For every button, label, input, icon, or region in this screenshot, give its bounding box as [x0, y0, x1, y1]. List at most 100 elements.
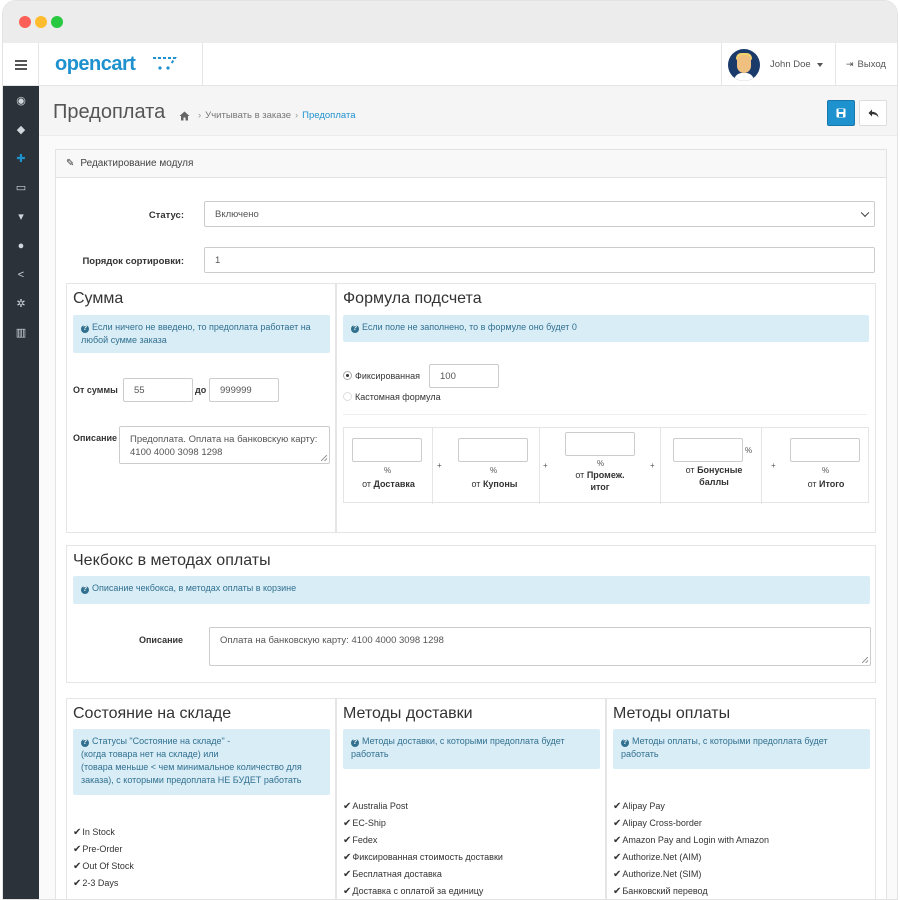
percent-sign: % [597, 459, 605, 468]
checkmark-icon: ✔ [73, 878, 82, 889]
checkmark-icon: ✔ [613, 835, 622, 846]
payment-checkbox-item[interactable]: ✔Authorize.Net (SIM) [613, 869, 701, 880]
cart-icon[interactable]: ▾ [3, 202, 39, 231]
hamburger-icon [14, 59, 27, 70]
bonus-percent-input[interactable] [673, 438, 743, 462]
stock-alert-text: (товара меньше < чем минимальное количес… [81, 762, 302, 772]
reply-icon [868, 109, 878, 117]
cart-logo-icon [153, 57, 177, 70]
checkmark-icon: ✔ [73, 827, 82, 838]
minimize-window-button[interactable] [35, 16, 47, 28]
payment-checkbox-item[interactable]: ✔Alipay Cross-border [613, 818, 702, 829]
top-header: opencart John Doe ⇥ Выход [3, 43, 897, 86]
checkmark-icon: ✔ [343, 886, 352, 897]
status-select[interactable]: Включено [204, 201, 875, 227]
logout-link[interactable]: ⇥ Выход [835, 43, 897, 86]
stock-checkbox-item[interactable]: ✔2-3 Days [73, 878, 118, 889]
shipping-checkbox-item[interactable]: ✔EC-Ship [343, 818, 386, 829]
breadcrumb-item[interactable]: Учитывать в заказе [205, 110, 291, 121]
checkmark-icon: ✔ [343, 869, 352, 880]
plus-sign: + [650, 461, 655, 470]
shipping-checkbox-item[interactable]: ✔Бесплатная доставка [343, 869, 442, 880]
plus-sign: + [771, 461, 776, 470]
breadcrumb-item-current[interactable]: Предоплата [302, 110, 355, 121]
cog-icon[interactable]: ✲ [3, 289, 39, 318]
fixed-value: 100 [440, 370, 456, 382]
checkmark-icon: ✔ [343, 801, 352, 812]
page-title: Предоплата [53, 101, 166, 123]
custom-formula-label: Кастомная формула [355, 392, 441, 402]
total-percent-input[interactable] [790, 438, 860, 462]
payment-checkbox-item[interactable]: ✔Банковский перевод [613, 886, 708, 897]
menu-toggle-button[interactable] [3, 43, 39, 86]
maximize-window-button[interactable] [51, 16, 63, 28]
formula-alert-text: Если поле не заполнено, то в формуле оно… [362, 322, 577, 332]
payment-checkbox-item[interactable]: ✔Alipay Pay [613, 801, 665, 812]
checkbox-description-textarea[interactable]: Оплата на банковскую карту: 4100 4000 30… [209, 627, 871, 666]
shipping-checkbox-item[interactable]: ✔Фиксированная стоимость доставки [343, 852, 503, 863]
sort-order-input[interactable]: 1 [204, 247, 875, 273]
from-sum-input[interactable]: 55 [123, 378, 193, 402]
bar-chart-icon[interactable]: ▥ [3, 318, 39, 347]
fixed-label: Фиксированная [355, 371, 420, 381]
puzzle-icon[interactable]: ✚ [3, 144, 39, 173]
window-titlebar [3, 1, 897, 43]
stock-checkbox-item[interactable]: ✔Pre-Order [73, 844, 122, 855]
home-icon[interactable] [179, 111, 190, 121]
edit-module-panel: ✎ Редактирование модуля Статус: Включено… [55, 149, 887, 899]
payment-methods-section: Методы оплаты ? Методы оплаты, с которыми… [606, 698, 876, 899]
back-button[interactable] [859, 100, 887, 126]
checkmark-icon: ✔ [613, 869, 622, 880]
sum-alert-text: Если ничего не введено, то предоплата ра… [81, 322, 311, 345]
custom-formula-radio[interactable] [343, 392, 352, 401]
subtotal-percent-input[interactable] [565, 432, 635, 456]
formula-info-alert: ? Если поле не заполнено, то в формуле он… [343, 315, 869, 342]
question-icon: ? [81, 586, 89, 594]
subtotal-label: от Промеж. итог [575, 470, 625, 492]
payment-checkbox-item[interactable]: ✔Amazon Pay and Login with Amazon [613, 835, 769, 846]
stock-alert-text: (когда товара нет на складе) или [81, 749, 219, 759]
question-icon: ? [351, 325, 359, 333]
breadcrumb: › Учитывать в заказе › Предоплата [179, 110, 355, 121]
shipping-info-alert: ? Методы доставки, с которыми предоплата … [343, 729, 600, 769]
page-header: Предоплата › Учитывать в заказе › Предоп… [39, 86, 897, 136]
delivery-percent-input[interactable] [352, 438, 422, 462]
payment-info-alert: ? Методы оплаты, с которыми предоплата бу… [613, 729, 870, 769]
stock-checkbox-item[interactable]: ✔In Stock [73, 827, 115, 838]
checkmark-icon: ✔ [343, 835, 352, 846]
status-value: Включено [215, 208, 259, 220]
payment-checkbox-item[interactable]: ✔Authorize.Net (AIM) [613, 852, 701, 863]
checkmark-icon: ✔ [73, 844, 82, 855]
sign-out-icon: ⇥ [846, 59, 854, 69]
payment-methods-title: Методы оплаты [613, 705, 731, 722]
share-icon[interactable]: < [3, 260, 39, 289]
save-button[interactable] [827, 100, 855, 126]
shipping-checkbox-item[interactable]: ✔Fedex [343, 835, 377, 846]
stock-info-alert: ? Статусы "Состояние на складе" - (когда … [73, 729, 330, 795]
fixed-value-input[interactable]: 100 [429, 364, 499, 388]
user-icon[interactable]: ● [3, 231, 39, 260]
logo-area[interactable]: opencart [39, 43, 203, 86]
user-menu[interactable]: John Doe [721, 43, 835, 86]
checkmark-icon: ✔ [613, 886, 622, 897]
payment-alert-text: Методы оплаты, с которыми предоплата буд… [621, 736, 828, 759]
shipping-checkbox-item[interactable]: ✔Доставка с оплатой за единицу [343, 886, 483, 897]
shipping-checkbox-item[interactable]: ✔Australia Post [343, 801, 408, 812]
save-icon [836, 108, 846, 118]
logout-label: Выход [857, 59, 886, 70]
plus-sign: + [543, 461, 548, 470]
stock-status-title: Состояние на складе [73, 705, 232, 722]
resize-handle[interactable] [862, 657, 868, 663]
close-window-button[interactable] [19, 16, 31, 28]
stock-checkbox-item[interactable]: ✔Out Of Stock [73, 861, 134, 872]
coupons-percent-input[interactable] [458, 438, 528, 462]
desktop-icon[interactable]: ▭ [3, 173, 39, 202]
formula-cell-subtotal: % от Промеж. итог [555, 428, 661, 504]
resize-handle[interactable] [321, 455, 327, 461]
sum-description-textarea[interactable]: Предоплата. Оплата на банковскую карту: … [119, 426, 330, 464]
to-sum-input[interactable]: 999999 [209, 378, 279, 402]
percent-sign: % [384, 466, 392, 475]
fixed-radio[interactable] [343, 371, 352, 380]
dashboard-icon[interactable]: ◉ [3, 86, 39, 115]
tags-icon[interactable]: ◆ [3, 115, 39, 144]
